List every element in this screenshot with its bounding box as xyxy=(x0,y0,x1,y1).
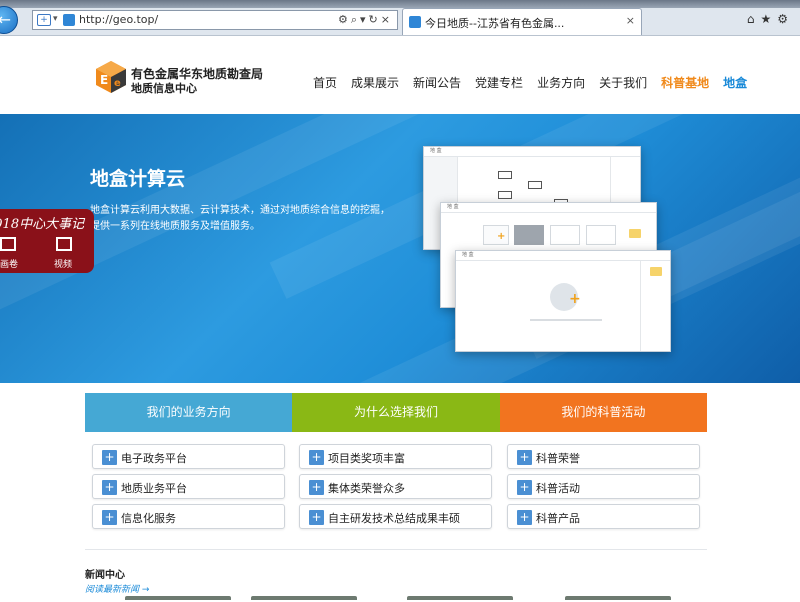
browser-toolbar: ← + ▾ http://geo.top/ ⚙⌕▾↻× 今日地质--江苏省有色金… xyxy=(0,0,800,36)
card-label: 自主研发技术总结成果丰硕 xyxy=(328,512,460,525)
video-label[interactable]: 视频 xyxy=(54,257,72,270)
card-label: 科普荣誉 xyxy=(536,452,580,465)
news-more-link[interactable]: 阅读最新新闻 → xyxy=(85,582,149,595)
scroll-icon[interactable] xyxy=(0,237,16,251)
card-label: 信息化服务 xyxy=(121,512,176,525)
card-label: 电子政务平台 xyxy=(121,452,187,465)
main-nav: 首页 成果展示 新闻公告 党建专栏 业务方向 关于我们 科普基地 地盒 xyxy=(313,74,747,91)
card-science-honors[interactable]: + 科普荣誉 xyxy=(507,444,700,469)
banner-description: 地盒计算云利用大数据、云计算技术，通过对地质综合信息的挖掘，提供一系列在线地质服… xyxy=(90,205,390,232)
news-thumb[interactable] xyxy=(251,596,357,600)
browser-tab[interactable]: 今日地质--江苏省有色金属... × xyxy=(402,8,642,35)
card-science-activities[interactable]: + 科普活动 xyxy=(507,474,700,499)
tab-business-direction[interactable]: 我们的业务方向 xyxy=(85,393,293,432)
card-label: 项目类奖项丰富 xyxy=(328,452,405,465)
home-star-gear-icons[interactable]: ⌂★⚙ xyxy=(747,12,794,26)
nav-item-dihe[interactable]: 地盒 xyxy=(723,74,747,91)
card-label: 地质业务平台 xyxy=(121,482,187,495)
card-rnd-results[interactable]: + 自主研发技术总结成果丰硕 xyxy=(299,504,492,529)
svg-text:E: E xyxy=(100,73,108,87)
news-thumbnails xyxy=(85,596,707,602)
card-label: 科普产品 xyxy=(536,512,580,525)
taskbar-strip xyxy=(0,0,800,8)
logo-icon: E e xyxy=(96,61,126,93)
plus-icon: + xyxy=(102,510,117,525)
nav-item-business[interactable]: 业务方向 xyxy=(537,74,585,91)
card-label: 科普活动 xyxy=(536,482,580,495)
section-tabs: 我们的业务方向 为什么选择我们 我们的科普活动 xyxy=(85,393,707,432)
logo-subtitle: 地质信息中心 xyxy=(131,82,197,95)
news-thumb[interactable] xyxy=(125,596,231,600)
app-mockup-front: 地 盒 + xyxy=(455,250,671,352)
card-science-products[interactable]: + 科普产品 xyxy=(507,504,700,529)
url-text[interactable]: http://geo.top/ xyxy=(79,13,158,26)
card-project-awards[interactable]: + 项目类奖项丰富 xyxy=(299,444,492,469)
card-geo-platform[interactable]: + 地质业务平台 xyxy=(92,474,285,499)
section-cards: + 电子政务平台 + 地质业务平台 + 信息化服务 + 项目类奖项丰富 + 集体… xyxy=(92,444,700,534)
plus-icon: + xyxy=(309,480,324,495)
nav-item-party[interactable]: 党建专栏 xyxy=(475,74,523,91)
tab-favicon-icon xyxy=(409,16,421,28)
news-thumb[interactable] xyxy=(407,596,513,600)
back-arrow-icon[interactable]: ← xyxy=(0,6,18,34)
card-collective-honors[interactable]: + 集体类荣誉众多 xyxy=(299,474,492,499)
nav-item-about[interactable]: 关于我们 xyxy=(599,74,647,91)
nav-item-science-base[interactable]: 科普基地 xyxy=(661,74,709,91)
tab-title: 今日地质--江苏省有色金属... xyxy=(425,17,565,30)
news-thumb[interactable] xyxy=(565,596,671,600)
news-heading: 新闻中心 xyxy=(85,570,125,581)
hero-banner: 地 盒 地 盒 + 地 盒 + xyxy=(0,114,800,383)
svg-text:e: e xyxy=(114,78,121,89)
tab-science-activities[interactable]: 我们的科普活动 xyxy=(499,393,707,432)
favorites-icon[interactable]: + xyxy=(37,14,51,26)
address-bar[interactable]: + ▾ http://geo.top/ ⚙⌕▾↻× xyxy=(32,10,398,30)
scroll-label[interactable]: 画卷 xyxy=(0,257,18,270)
plus-icon: + xyxy=(309,510,324,525)
address-tools-icon[interactable]: ⚙⌕▾↻× xyxy=(338,13,393,27)
plus-icon: + xyxy=(102,480,117,495)
plus-icon: + xyxy=(517,510,532,525)
close-icon[interactable]: × xyxy=(626,14,635,27)
nav-item-news[interactable]: 新闻公告 xyxy=(413,74,461,91)
plus-icon: + xyxy=(309,450,324,465)
plus-icon: + xyxy=(517,480,532,495)
card-label: 集体类荣誉众多 xyxy=(328,482,405,495)
events-float-panel[interactable]: 2018中心大事记 画卷 视频 xyxy=(0,209,94,273)
video-icon[interactable] xyxy=(56,237,72,251)
chevron-down-icon[interactable]: ▾ xyxy=(53,14,58,24)
events-title: 2018中心大事记 xyxy=(0,217,85,232)
card-it-service[interactable]: + 信息化服务 xyxy=(92,504,285,529)
banner-title: 地盒计算云 xyxy=(90,168,186,190)
nav-item-home[interactable]: 首页 xyxy=(313,74,337,91)
site-favicon-icon xyxy=(63,14,75,26)
section-divider xyxy=(85,549,707,550)
tab-why-choose-us[interactable]: 为什么选择我们 xyxy=(292,393,500,432)
nav-item-achievements[interactable]: 成果展示 xyxy=(351,74,399,91)
card-egov-platform[interactable]: + 电子政务平台 xyxy=(92,444,285,469)
plus-icon: + xyxy=(102,450,117,465)
plus-icon: + xyxy=(517,450,532,465)
